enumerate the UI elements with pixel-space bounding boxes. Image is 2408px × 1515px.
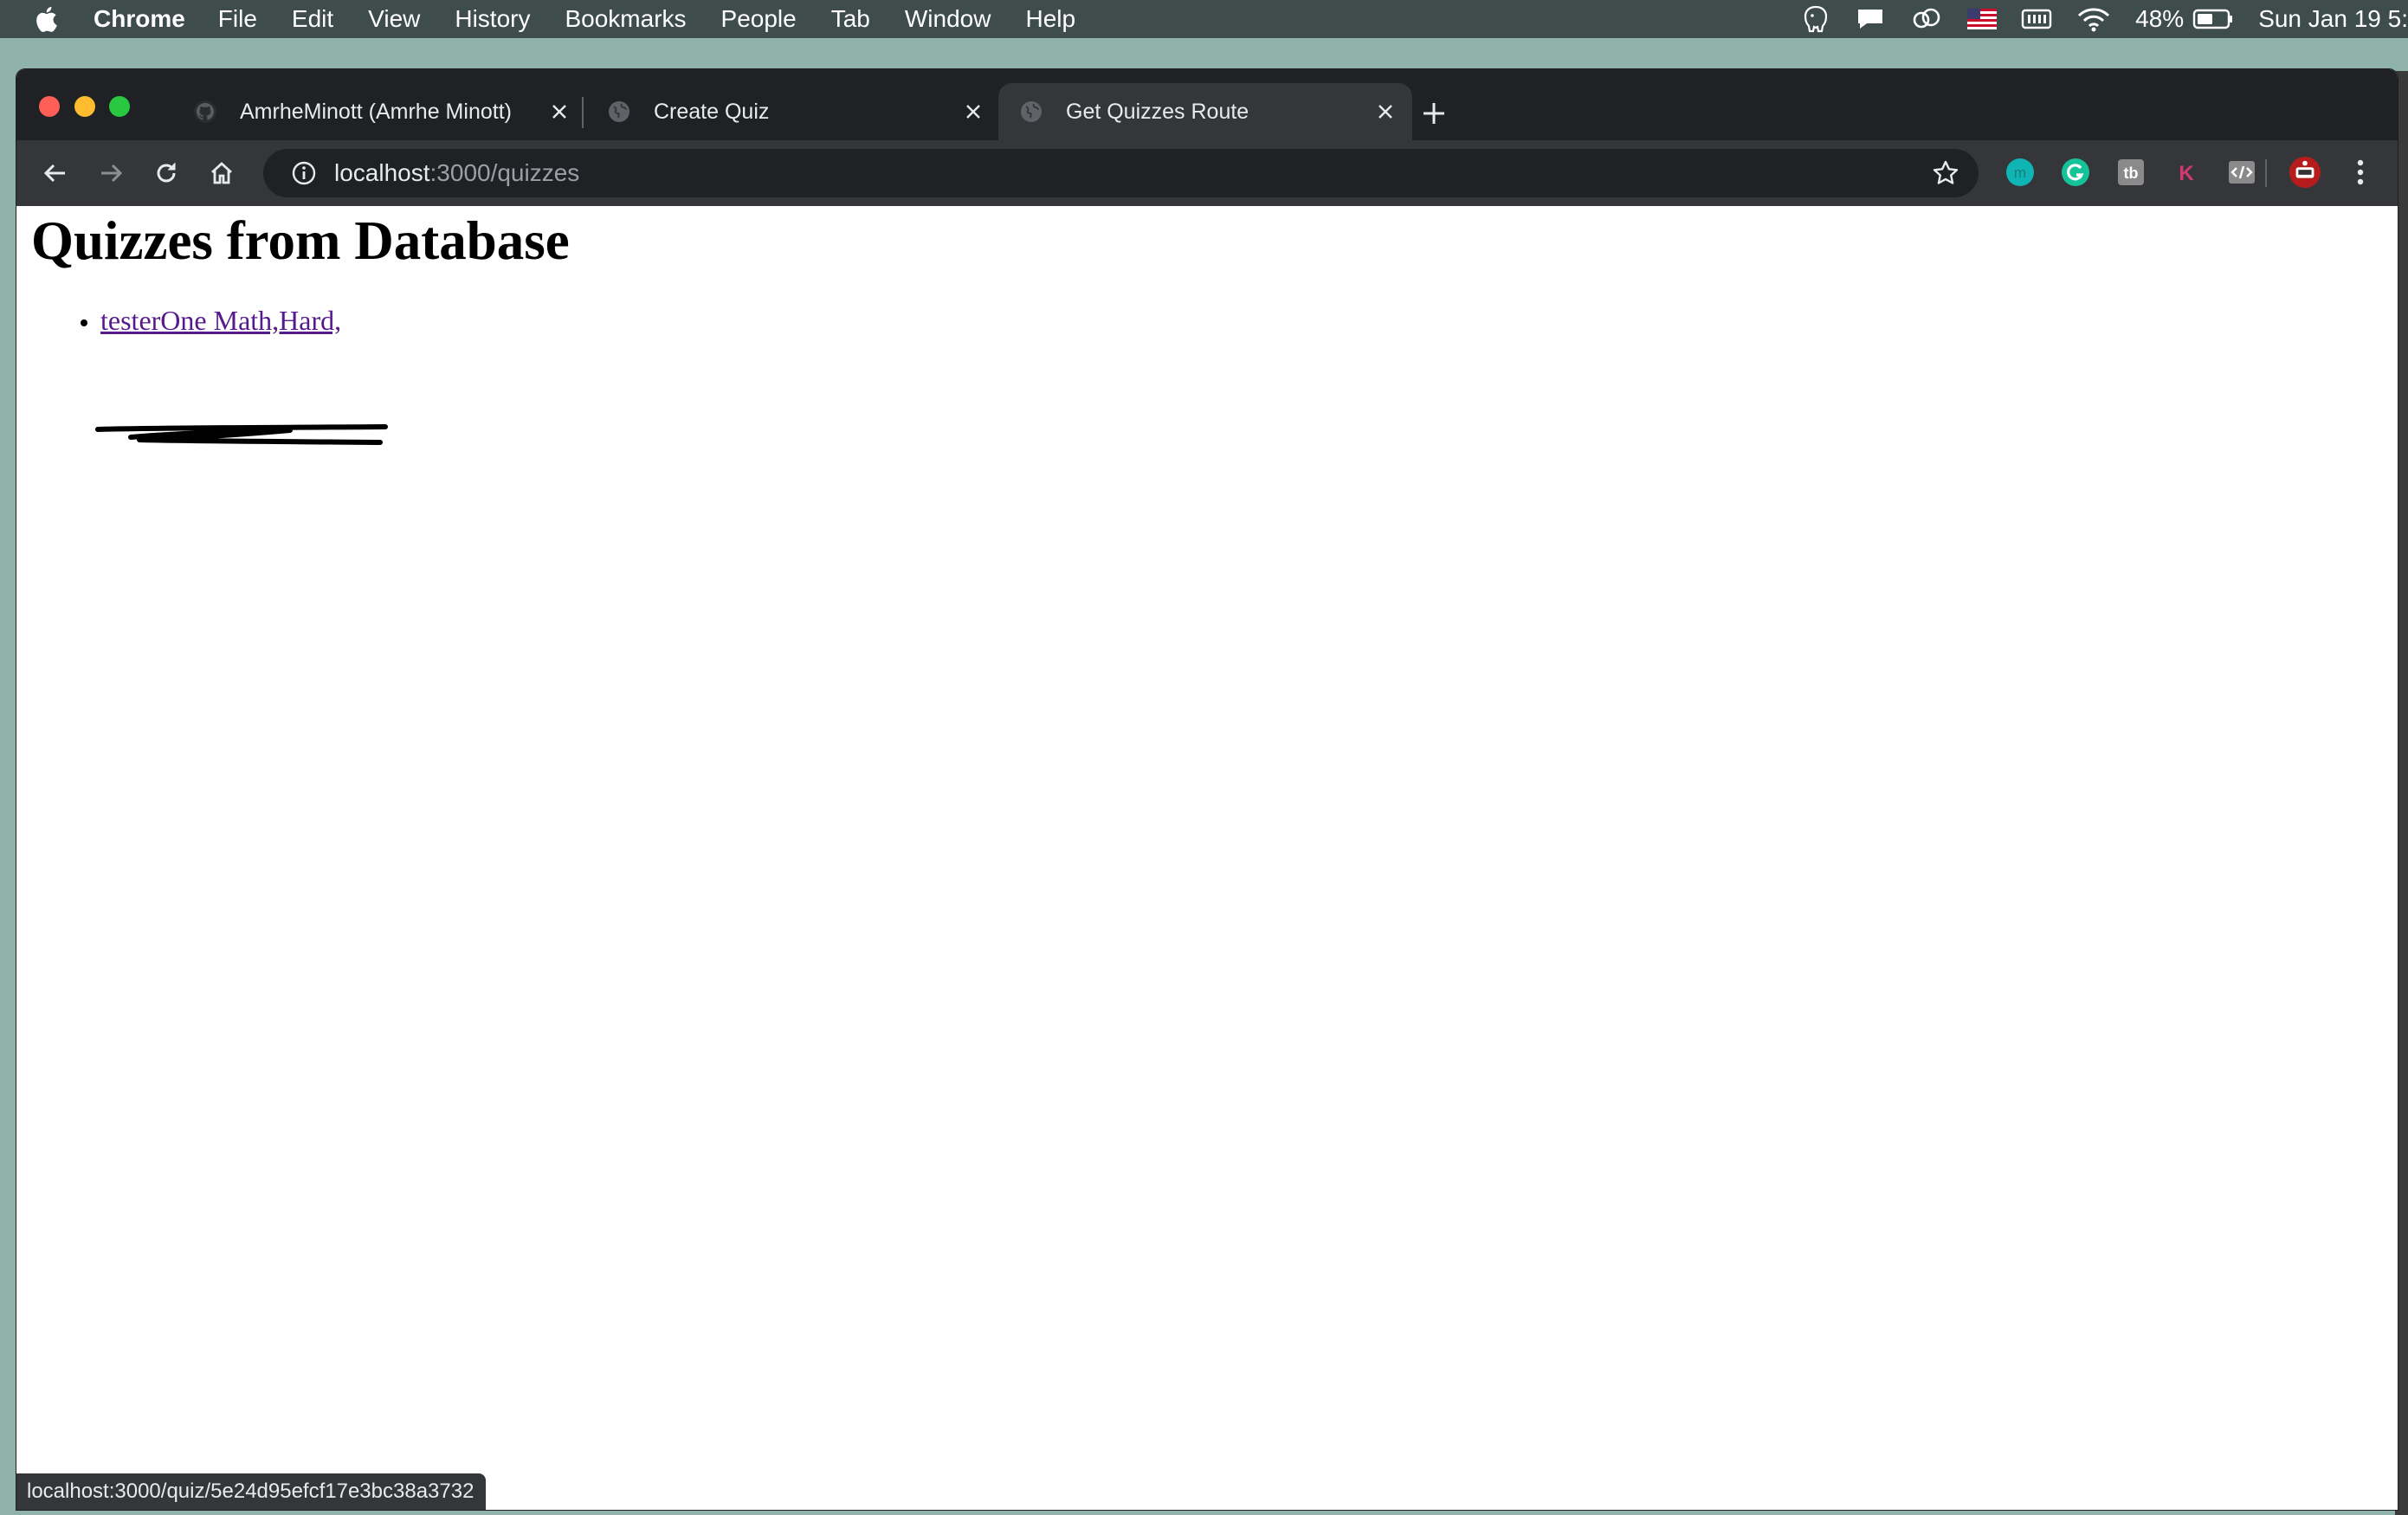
svg-text:m: m [2014, 164, 2026, 181]
svg-text:K: K [2179, 162, 2194, 185]
menu-bookmarks[interactable]: Bookmarks [565, 5, 686, 33]
chrome-menu-kebab-icon[interactable] [2344, 156, 2377, 189]
menu-window[interactable]: Window [905, 5, 991, 33]
tab-strip: AmrheMinott (Amrhe Minott) Create Quiz G… [16, 69, 2398, 140]
menu-tab[interactable]: Tab [831, 5, 870, 33]
address-url: localhost:3000/quizzes [334, 159, 579, 187]
address-bar[interactable]: localhost:3000/quizzes [263, 149, 1979, 197]
quiz-list-item: testerOne Math,Hard, [100, 301, 341, 339]
messages-icon[interactable] [1855, 6, 1886, 32]
tab-separator [582, 97, 584, 128]
grammarly-icon[interactable] [2059, 156, 2092, 189]
toolbar-divider [2265, 159, 2267, 187]
bookmark-star-icon[interactable] [1932, 159, 1959, 187]
code-extension-icon[interactable] [2225, 156, 2258, 189]
tab-title: AmrheMinott (Amrhe Minott) [240, 99, 512, 124]
menu-history[interactable]: History [455, 5, 530, 33]
ink-scribble-annotation [95, 424, 388, 445]
globe-icon [609, 101, 629, 122]
tab-close-icon[interactable] [546, 99, 572, 125]
apple-logo-icon[interactable] [35, 6, 57, 32]
tab-get-quizzes-route[interactable]: Get Quizzes Route [998, 83, 1412, 140]
url-host: localhost [334, 159, 430, 186]
menu-view[interactable]: View [368, 5, 420, 33]
menu-people[interactable]: People [721, 5, 797, 33]
reload-icon[interactable] [150, 157, 183, 190]
window-close-button[interactable] [39, 96, 60, 117]
window-minimize-button[interactable] [74, 96, 95, 117]
tab-github[interactable]: AmrheMinott (Amrhe Minott) [172, 83, 586, 140]
quiz-list: testerOne Math,Hard, [16, 301, 341, 339]
globe-icon [1021, 101, 1042, 122]
svg-text:tb: tb [2124, 164, 2139, 182]
tab-title: Create Quiz [654, 99, 770, 124]
page-heading: Quizzes from Database [31, 210, 570, 271]
github-icon [194, 100, 216, 123]
link-status-bubble: localhost:3000/quiz/5e24d95efcf17e3bc38a… [16, 1473, 487, 1510]
site-info-icon[interactable] [291, 160, 317, 186]
home-icon[interactable] [205, 157, 238, 190]
k-extension-icon[interactable]: K [2170, 156, 2203, 189]
forward-arrow-icon[interactable] [94, 157, 127, 190]
menu-help[interactable]: Help [1025, 5, 1075, 33]
tab-close-icon[interactable] [1372, 99, 1398, 125]
window-zoom-button[interactable] [109, 96, 130, 117]
profile-avatar-icon[interactable] [2289, 156, 2321, 189]
battery-icon[interactable] [2192, 8, 2234, 30]
postgres-elephant-icon[interactable] [1801, 4, 1830, 34]
tab-close-icon[interactable] [960, 99, 986, 125]
quiz-link[interactable]: testerOne Math,Hard, [100, 305, 341, 336]
us-flag-input-icon[interactable] [1967, 9, 1998, 29]
chrome-window: AmrheMinott (Amrhe Minott) Create Quiz G… [16, 69, 2398, 1510]
browser-toolbar: localhost:3000/quizzes m tb K [16, 140, 2398, 206]
back-arrow-icon[interactable] [39, 157, 72, 190]
new-tab-plus-icon[interactable] [1417, 97, 1450, 130]
mac-menu-bar: Chrome File Edit View History Bookmarks … [0, 0, 2408, 38]
creative-cloud-icon[interactable] [1910, 6, 1943, 32]
tb-extension-icon[interactable]: tb [2114, 156, 2147, 189]
menu-app-name[interactable]: Chrome [94, 5, 185, 33]
tab-create-quiz[interactable]: Create Quiz [586, 83, 1000, 140]
memory-chip-icon[interactable] [2021, 7, 2052, 31]
menu-clock[interactable]: Sun Jan 19 5: [2258, 5, 2408, 33]
menu-file[interactable]: File [218, 5, 257, 33]
tab-title: Get Quizzes Route [1066, 99, 1249, 124]
battery-percent: 48% [2135, 5, 2185, 32]
m-extension-icon[interactable]: m [2004, 156, 2037, 189]
url-path: :3000/quizzes [429, 159, 580, 186]
menu-status-area: 48% Sun Jan 19 5: [1801, 0, 2408, 38]
page-viewport: Quizzes from Database testerOne Math,Har… [16, 206, 2398, 1510]
menu-edit[interactable]: Edit [292, 5, 333, 33]
wifi-icon[interactable] [2076, 6, 2111, 32]
